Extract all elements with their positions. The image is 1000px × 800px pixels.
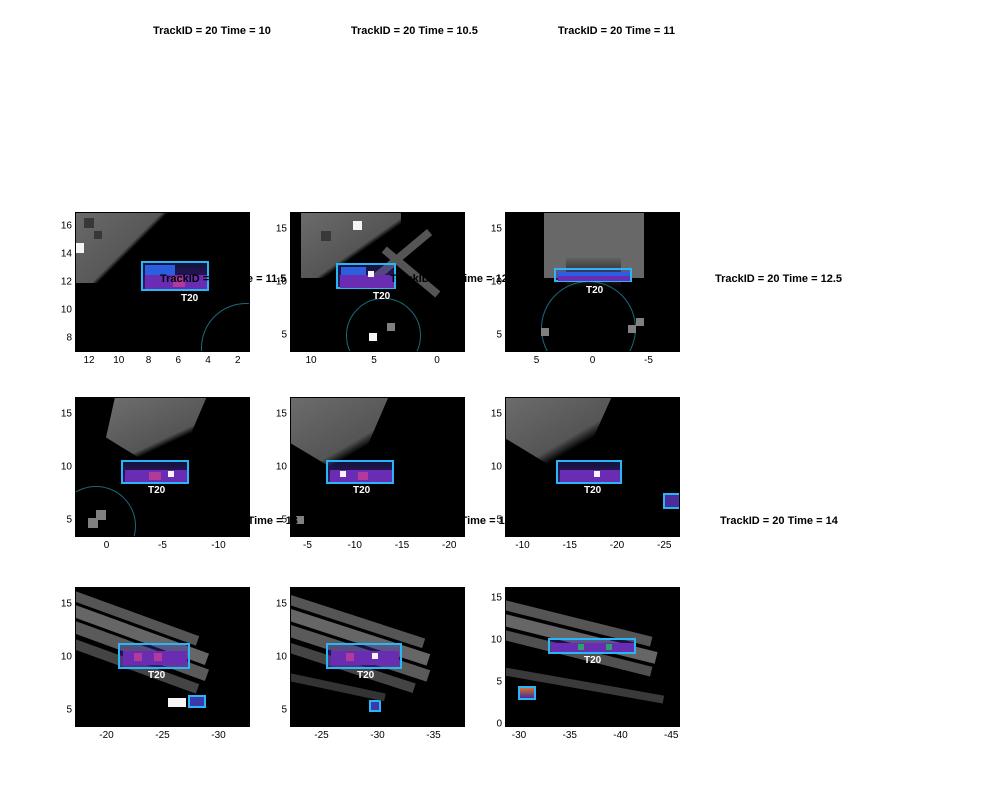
yticks-r3c2: 15 10 5 [265,587,287,727]
xticks-r3c3: -30 -35 -40 -45 [505,730,680,742]
axes-r1c3: T20 [505,212,680,352]
xticks-r3c1: -20 -25 -30 [75,730,250,742]
track-label: T20 [353,485,370,496]
axes-r3c3: T20 [505,587,680,727]
yticks-r3c1: 15 10 5 [50,587,72,727]
xticks-r2c3: -10 -15 -20 -25 [505,540,680,552]
subplot-r3c2: T20 15 10 5 -25 -30 -35 [290,587,465,727]
title-r1c1: TrackID = 20 Time = 10 [153,25,271,37]
figure-grid: TrackID = 20 Time = 10 TrackID = 20 Time… [75,25,955,727]
track-label: T20 [357,670,374,681]
plot-row-2: T20 15 10 5 0 -5 -10 T20 [75,397,955,537]
yticks-r3c3: 15 10 5 0 [480,587,502,727]
subplot-r2c3: T20 15 10 5 -10 -15 -20 -25 [505,397,680,537]
xticks-r1c2: 10 5 0 [290,355,465,367]
track-box-r2c3 [556,460,622,484]
xticks-r1c3: 5 0 -5 [505,355,680,367]
title-r2c2: TrackID = 20 Time = 12 [390,273,508,285]
title-r3c3: TrackID = 20 Time = 14 [720,515,838,527]
track-box-r2c2 [326,460,394,484]
track-box-r3c2 [326,643,402,669]
title-r1c3: TrackID = 20 Time = 11 [558,25,675,37]
xticks-r2c2: -5 -10 -15 -20 [290,540,465,552]
axes-r3c2: T20 [290,587,465,727]
axes-r3c1: T20 [75,587,250,727]
title-r2c3: TrackID = 20 Time = 12.5 [715,273,842,285]
title-r1c2: TrackID = 20 Time = 10.5 [351,25,478,37]
plot-row-3: T20 15 10 5 -20 -25 -30 [75,587,955,727]
subplot-r1c3: T20 15 10 5 5 0 -5 [505,212,680,352]
plot-row-1: T20 16 14 12 10 8 12 10 8 6 4 2 [75,212,955,352]
subplot-r3c1: T20 15 10 5 -20 -25 -30 [75,587,250,727]
track-label: T20 [373,291,390,302]
subplot-r3c3: T20 15 10 5 0 -30 -35 -40 -45 [505,587,680,727]
xticks-r1c1: 12 10 8 6 4 2 [75,355,250,367]
title-r2c1: TrackID = 20 Time = 11.5 [160,273,286,285]
axes-r2c3: T20 [505,397,680,537]
top-titles: TrackID = 20 Time = 10 TrackID = 20 Time… [153,25,955,37]
track-box-r3c3 [548,638,636,654]
title-r3c1: TrackID = 20 Time = 13 [180,515,298,527]
track-label: T20 [584,655,601,666]
track-label: T20 [586,285,603,296]
track-label: T20 [148,670,165,681]
track-label: T20 [181,293,198,304]
track-box-r1c3 [554,268,632,282]
track-box-r2c1 [121,460,189,484]
track-label: T20 [148,485,165,496]
xticks-r2c1: 0 -5 -10 [75,540,250,552]
title-r3c2: TrackID = 20 Time = 13.5 [393,515,520,527]
yticks-r1c1: 16 14 12 10 8 [50,212,72,352]
track-box-r3c1 [118,643,190,669]
track-label: T20 [584,485,601,496]
xticks-r3c2: -25 -30 -35 [290,730,465,742]
yticks-r2c1: 15 10 5 [50,397,72,537]
track-box-r1c2 [336,263,396,289]
